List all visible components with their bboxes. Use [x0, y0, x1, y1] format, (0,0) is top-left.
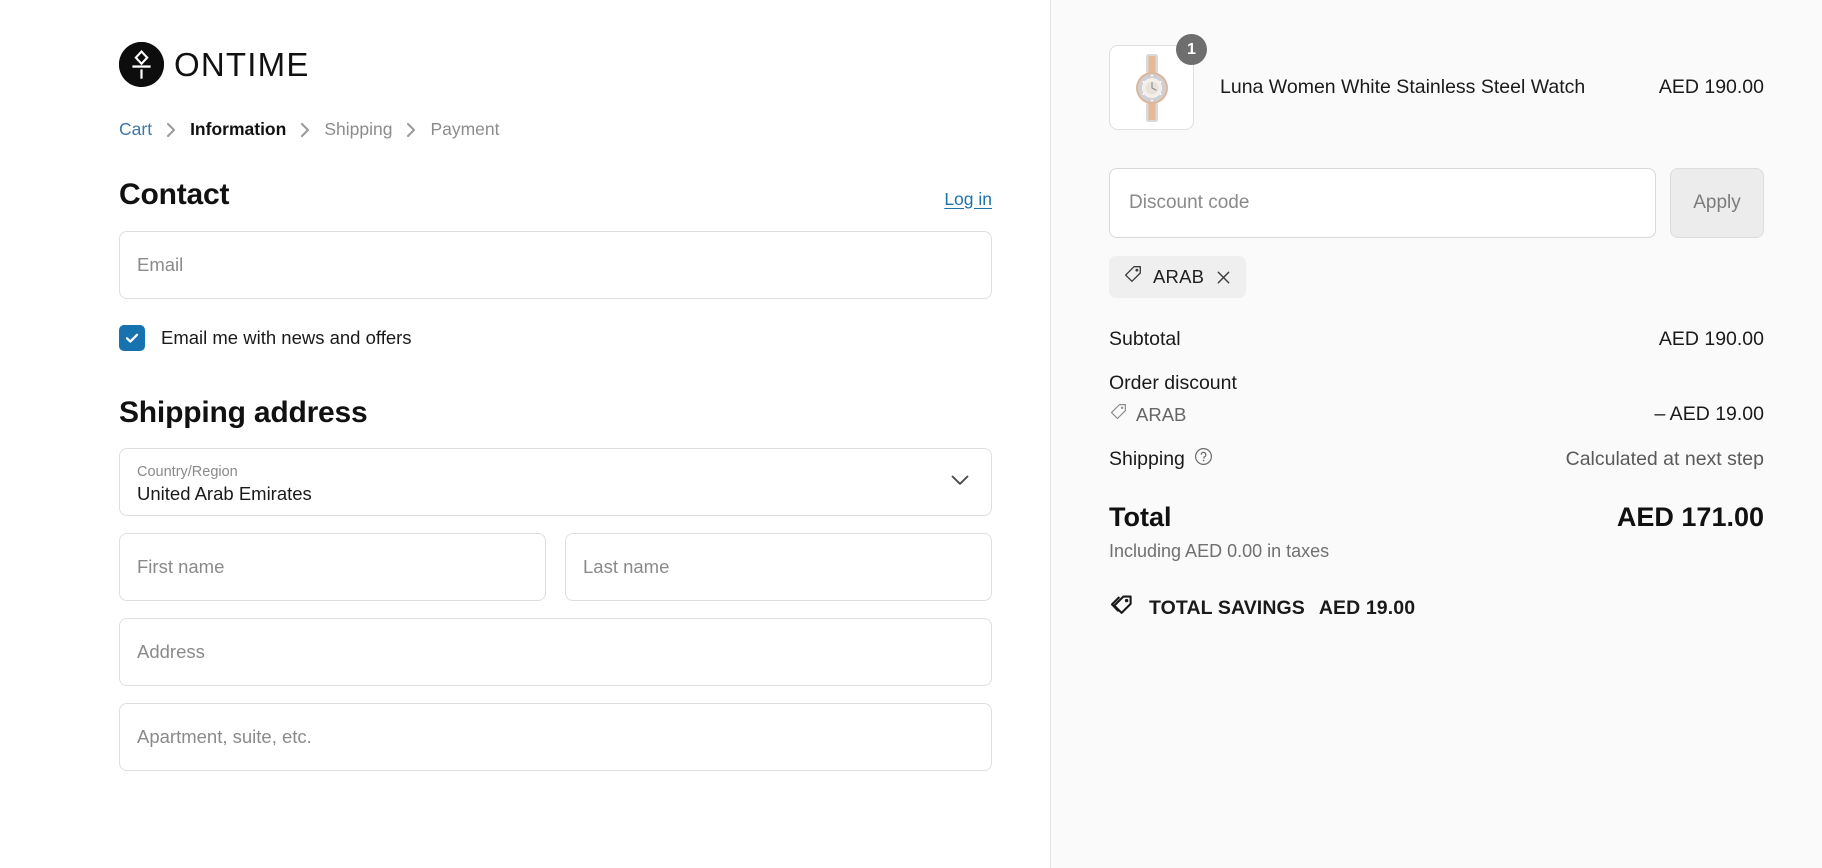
subtotal-value: AED 190.00 — [1658, 328, 1764, 350]
shipping-value: Calculated at next step — [1565, 448, 1764, 470]
name-fields-row: First name Last name — [119, 532, 992, 601]
brand-name: ONTIME — [174, 46, 310, 83]
product-thumbnail-wrap: 1 — [1109, 34, 1207, 130]
total-value: AED 171.00 — [1616, 502, 1764, 532]
applied-discount-code: ARAB — [1153, 266, 1205, 287]
apply-discount-button[interactable]: Apply — [1670, 168, 1764, 238]
country-region-select[interactable]: Country/Region United Arab Emirates — [119, 447, 992, 516]
tag-icon — [1123, 265, 1142, 289]
shipping-row: Shipping Calculated at next step — [1109, 447, 1764, 472]
order-discount-row: Order discount ARAB – AED 19.00 — [1109, 372, 1764, 426]
total-savings-label: TOTAL SAVINGS — [1149, 597, 1305, 619]
shipping-address-title: Shipping address — [119, 395, 368, 429]
email-placeholder: Email — [137, 253, 184, 275]
apartment-placeholder: Apartment, suite, etc. — [137, 725, 312, 747]
newsletter-checkbox-row[interactable]: Email me with news and offers — [119, 324, 1050, 351]
country-region-value: United Arab Emirates — [137, 483, 312, 505]
breadcrumb-separator-icon — [392, 122, 430, 138]
order-summary-panel: 1 Luna Women White Stainless Steel Watch… — [1051, 0, 1822, 868]
order-discount-label: Order discount — [1109, 372, 1237, 394]
checkout-form-panel: ONTIME Cart Information Shipping Payment — [0, 0, 1051, 868]
contact-title: Contact — [119, 178, 230, 211]
discount-code-row: Discount code Apply — [1109, 168, 1764, 238]
chevron-down-icon — [951, 473, 969, 491]
address-placeholder: Address — [137, 640, 205, 662]
total-savings-value: AED 19.00 — [1318, 597, 1416, 619]
newsletter-label: Email me with news and offers — [161, 326, 412, 348]
order-discount-detail: ARAB – AED 19.00 — [1109, 403, 1764, 426]
ontime-circle-logo-icon — [119, 42, 164, 87]
order-line-item: 1 Luna Women White Stainless Steel Watch… — [1109, 34, 1764, 130]
quantity-badge: 1 — [1176, 34, 1207, 65]
remove-discount-close-icon[interactable] — [1215, 269, 1232, 286]
breadcrumb-item-information[interactable]: Information — [190, 119, 286, 140]
total-savings-row: TOTAL SAVINGS AED 19.00 — [1109, 594, 1764, 623]
tag-icon — [1109, 403, 1127, 426]
total-row: Total AED 171.00 — [1109, 502, 1764, 533]
brand-logo[interactable]: ONTIME — [119, 42, 1050, 87]
last-name-field[interactable]: Last name — [565, 532, 992, 601]
discount-code-placeholder: Discount code — [1129, 192, 1250, 213]
order-discount-value: – AED 19.00 — [1654, 403, 1765, 425]
total-label: Total — [1109, 502, 1172, 532]
discount-code-input[interactable]: Discount code — [1109, 168, 1656, 238]
breadcrumb: Cart Information Shipping Payment — [119, 119, 1050, 140]
address-field[interactable]: Address — [119, 617, 992, 686]
log-in-link[interactable]: Log in — [944, 189, 992, 213]
newsletter-checkbox[interactable] — [119, 324, 145, 351]
tax-note: Including AED 0.00 in taxes — [1109, 541, 1330, 561]
breadcrumb-item-cart[interactable]: Cart — [119, 119, 152, 140]
breadcrumb-separator-icon — [286, 122, 324, 138]
breadcrumb-item-shipping[interactable]: Shipping — [324, 119, 392, 140]
first-name-field[interactable]: First name — [119, 532, 546, 601]
country-region-label: Country/Region — [137, 463, 238, 480]
checkout-page: ONTIME Cart Information Shipping Payment — [0, 0, 1822, 868]
first-name-placeholder: First name — [137, 555, 225, 577]
shipping-label-wrap: Shipping — [1109, 447, 1213, 472]
apartment-field[interactable]: Apartment, suite, etc. — [119, 702, 992, 771]
product-price: AED 190.00 — [1658, 76, 1764, 98]
double-tag-icon — [1109, 594, 1135, 623]
shipping-label: Shipping — [1109, 448, 1185, 470]
contact-section-header: Contact Log in — [119, 178, 992, 213]
email-field[interactable]: Email — [119, 230, 992, 299]
last-name-placeholder: Last name — [583, 555, 670, 577]
subtotal-row: Subtotal AED 190.00 — [1109, 328, 1764, 351]
order-discount-code: ARAB — [1136, 403, 1187, 425]
breadcrumb-separator-icon — [152, 122, 190, 138]
subtotal-label: Subtotal — [1109, 328, 1181, 350]
help-question-icon[interactable] — [1194, 447, 1213, 472]
breadcrumb-item-payment[interactable]: Payment — [430, 119, 499, 140]
product-name: Luna Women White Stainless Steel Watch — [1220, 76, 1586, 98]
order-discount-code-wrap: ARAB — [1109, 403, 1186, 426]
applied-discount-chip: ARAB — [1109, 256, 1247, 298]
